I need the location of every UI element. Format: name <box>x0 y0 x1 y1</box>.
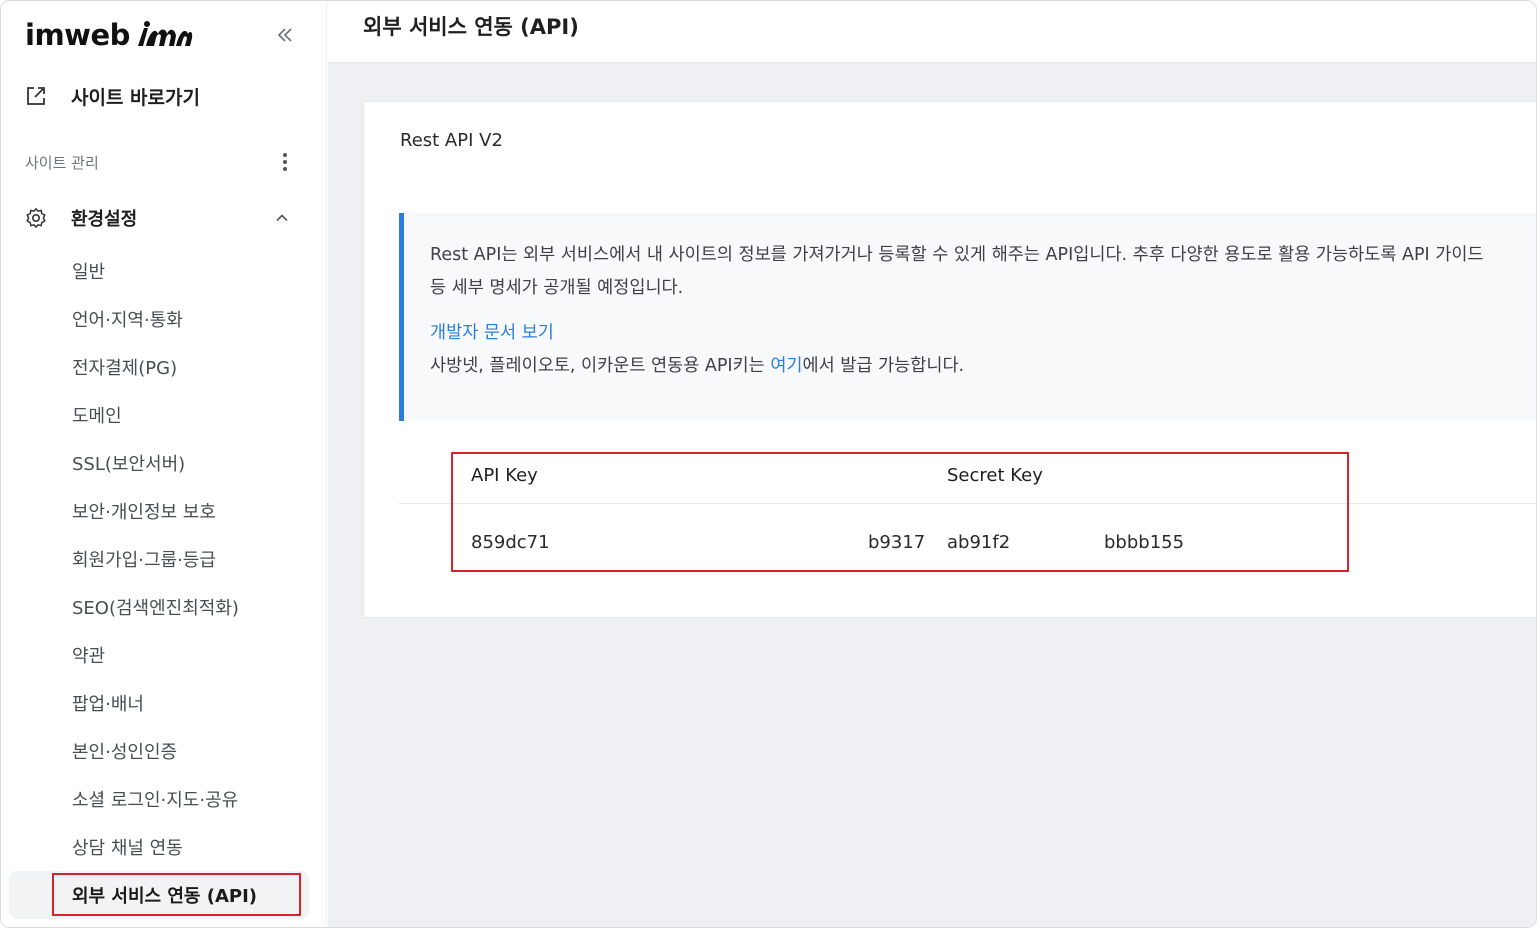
settings-group-toggle[interactable]: 환경설정 <box>25 201 295 235</box>
page-header: 외부 서비스 연동 (API) <box>328 1 1536 63</box>
sidebar-item-popup-banner[interactable]: 팝업·배너 <box>9 679 309 727</box>
notice-issue-line: 사방넷, 플레이오토, 이카운트 연동용 API키는 여기에서 발급 가능합니다… <box>430 352 964 377</box>
logo-text: imweb <box>25 18 130 52</box>
sidebar-item-ssl[interactable]: SSL(보안서버) <box>9 439 309 487</box>
gear-icon <box>26 208 46 228</box>
info-notice: Rest API는 외부 서비스에서 내 사이트의 정보를 가져가거나 등록할 … <box>399 213 1536 421</box>
site-management-section: 사이트 관리 <box>25 149 295 175</box>
api-key-value-start[interactable]: 859dc71 <box>471 532 550 553</box>
card-title: Rest API V2 <box>400 130 503 151</box>
sidebar-item-security-privacy[interactable]: 보안·개인정보 보호 <box>9 487 309 535</box>
double-chevron-left-icon <box>277 28 292 42</box>
sidebar-item-identity-verification[interactable]: 본인·성인인증 <box>9 727 309 775</box>
secret-key-value-start[interactable]: ab91f2 <box>947 532 1010 553</box>
api-keys-header-row: API Key Secret Key <box>399 452 1536 504</box>
settings-group-label: 환경설정 <box>71 209 138 230</box>
page-title: 외부 서비스 연동 (API) <box>363 15 579 39</box>
sidebar-item-signup-groups[interactable]: 회원가입·그룹·등급 <box>9 535 309 583</box>
sidebar-item-external-api[interactable]: 외부 서비스 연동 (API) <box>9 871 309 919</box>
collapse-sidebar-button[interactable] <box>273 23 297 47</box>
sidebar: imweb 사이트 바로가기 사이트 관리 환경설정 일반 언어·지역·통화 전… <box>1 1 327 927</box>
sidebar-item-payment-pg[interactable]: 전자결제(PG) <box>9 343 309 391</box>
more-options-button[interactable] <box>275 150 295 174</box>
section-label: 사이트 관리 <box>25 153 99 172</box>
sidebar-item-seo[interactable]: SEO(검색엔진최적화) <box>9 583 309 631</box>
issue-here-link[interactable]: 여기 <box>770 356 802 376</box>
api-keys-table: API Key Secret Key 859dc71 b9317 ab91f2 … <box>399 452 1536 572</box>
settings-submenu: 일반 언어·지역·통화 전자결제(PG) 도메인 SSL(보안서버) 보안·개인… <box>9 247 309 919</box>
logo-mark-icon <box>137 21 193 46</box>
developer-docs-link[interactable]: 개발자 문서 보기 <box>430 319 554 344</box>
app-window: imweb 사이트 바로가기 사이트 관리 환경설정 일반 언어·지역·통화 전… <box>0 0 1537 928</box>
api-key-value-end[interactable]: b9317 <box>868 532 925 553</box>
secret-key-header: Secret Key <box>947 465 1043 486</box>
notice-issue-text-before: 사방넷, 플레이오토, 이카운트 연동용 API키는 <box>430 356 771 376</box>
sidebar-item-language-region-currency[interactable]: 언어·지역·통화 <box>9 295 309 343</box>
sidebar-item-general[interactable]: 일반 <box>9 247 309 295</box>
kebab-menu-icon <box>283 153 287 171</box>
main-content: 외부 서비스 연동 (API) Rest API V2 Rest API는 외부… <box>328 1 1536 927</box>
chevron-up-icon <box>276 214 288 222</box>
api-key-header: API Key <box>471 465 538 486</box>
sidebar-item-social-login[interactable]: 소셜 로그인·지도·공유 <box>9 775 309 823</box>
sidebar-item-terms[interactable]: 약관 <box>9 631 309 679</box>
sidebar-item-consult-channel[interactable]: 상담 채널 연동 <box>9 823 309 871</box>
goto-site-link[interactable]: 사이트 바로가기 <box>25 79 200 113</box>
notice-description: Rest API는 외부 서비스에서 내 사이트의 정보를 가져가거나 등록할 … <box>430 245 1484 298</box>
logo-row: imweb <box>25 15 315 55</box>
sidebar-item-domain[interactable]: 도메인 <box>9 391 309 439</box>
external-link-icon <box>27 87 45 105</box>
secret-key-value-end[interactable]: bbbb155 <box>1104 532 1184 553</box>
notice-issue-text-after: 에서 발급 가능합니다. <box>802 356 965 376</box>
imweb-logo[interactable]: imweb <box>25 18 194 52</box>
goto-site-label: 사이트 바로가기 <box>71 86 200 109</box>
rest-api-card: Rest API V2 Rest API는 외부 서비스에서 내 사이트의 정보… <box>363 101 1536 618</box>
